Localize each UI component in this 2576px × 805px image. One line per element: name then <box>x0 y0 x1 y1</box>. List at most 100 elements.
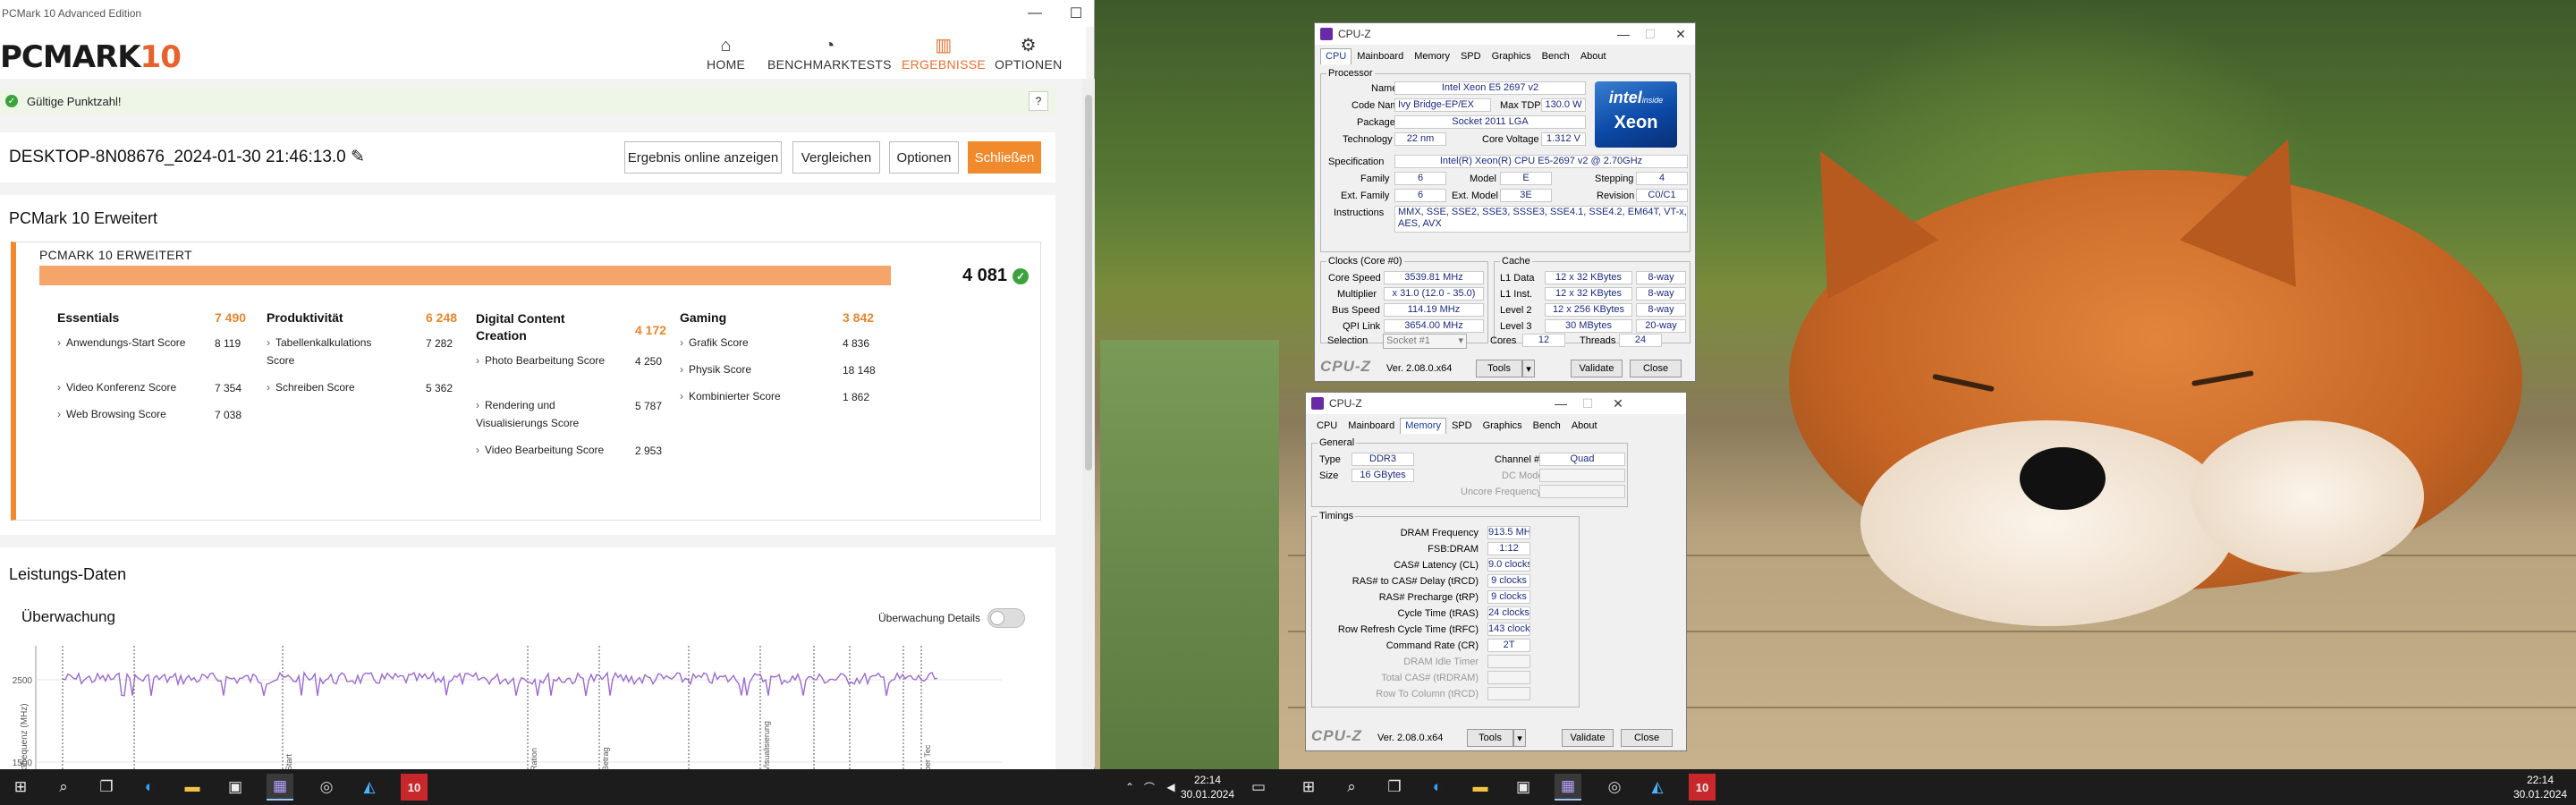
vertical-scrollbar[interactable] <box>1082 79 1095 767</box>
benchmark-app-icon[interactable]: ◎ <box>313 774 340 801</box>
chevron-right-icon: › <box>476 444 479 456</box>
tools-button[interactable]: Tools <box>1467 729 1513 747</box>
cpuz-taskbar-icon[interactable]: ▦ <box>267 774 293 801</box>
subscore-link[interactable]: › Photo Bearbeitung Score <box>476 352 610 369</box>
tab-bench[interactable]: Bench <box>1528 418 1566 434</box>
edge-icon[interactable]: ◐ <box>136 774 163 801</box>
maximize-icon: ☐ <box>1644 26 1657 41</box>
timing-value <box>1487 687 1530 700</box>
tools-dropdown-icon[interactable]: ▾ <box>1513 729 1526 747</box>
tools-dropdown-icon[interactable]: ▾ <box>1522 360 1535 377</box>
l1-data: 12 x 32 KBytes <box>1545 271 1632 284</box>
score-panel: PCMark 10 Erweitert PCMARK 10 ERWEITERT … <box>0 195 1055 535</box>
tab-bench[interactable]: Bench <box>1537 48 1575 64</box>
subscore-link[interactable]: › Anwendungs-Start Score <box>57 334 191 352</box>
pcmark-window: PCMark 10 Advanced Edition — ☐ PCMARK10 … <box>0 0 1097 771</box>
file-explorer-icon[interactable]: ▬ <box>179 774 206 801</box>
monitor-details-toggle[interactable] <box>987 608 1025 628</box>
edge-icon[interactable]: ◐ <box>1424 774 1451 801</box>
close-icon[interactable]: ✕ <box>1667 23 1694 45</box>
tab-mainboard[interactable]: Mainboard <box>1343 418 1400 434</box>
subscore-link[interactable]: › Rendering und Visualisierungs Score <box>476 396 610 432</box>
nav-ergebnisse[interactable]: ▥ ERGEBNISSE <box>902 34 986 72</box>
edit-pencil-icon[interactable]: ✎ <box>351 148 365 166</box>
close-icon[interactable]: ✕ <box>1605 393 1631 414</box>
subscore-value: 18 148 <box>843 364 876 377</box>
field-label: Uncore Frequency <box>1461 487 1542 497</box>
store-icon[interactable]: ▣ <box>1510 774 1537 801</box>
check-icon: ✓ <box>1013 267 1030 284</box>
tab-about[interactable]: About <box>1566 418 1603 434</box>
tab-about[interactable]: About <box>1575 48 1612 64</box>
total-score: 4 081 ✓ <box>962 266 1030 286</box>
validate-button[interactable]: Validate <box>1562 729 1614 747</box>
tab-memory[interactable]: Memory <box>1400 418 1446 434</box>
subscore-link[interactable]: › Grafik Score <box>680 334 814 352</box>
help-button[interactable]: ? <box>1029 91 1048 111</box>
timing-value: 9.0 clocks <box>1487 558 1530 572</box>
timing-value: 9 clocks <box>1487 590 1530 604</box>
pcmark-taskbar-icon[interactable]: 10 <box>1689 774 1716 801</box>
subscore-link[interactable]: › Schreiben Score <box>267 378 401 396</box>
tab-spd[interactable]: SPD <box>1446 418 1478 434</box>
minimize-icon[interactable]: — <box>1014 0 1055 27</box>
tab-memory[interactable]: Memory <box>1409 48 1455 64</box>
tab-spd[interactable]: SPD <box>1455 48 1487 64</box>
minimize-icon[interactable]: — <box>1610 23 1637 45</box>
timing-label: Row Refresh Cycle Time (tRFC) <box>1337 624 1479 635</box>
nav-optionen[interactable]: ⚙ OPTIONEN <box>995 34 1063 72</box>
subscore-link[interactable]: › Kombinierter Score <box>680 387 814 405</box>
tab-cpu[interactable]: CPU <box>1311 418 1343 434</box>
options-button[interactable]: Optionen <box>889 141 959 174</box>
tab-graphics[interactable]: Graphics <box>1487 48 1537 64</box>
nav-benchmarktests[interactable]: ◔ BENCHMARKTESTS <box>767 34 892 72</box>
group-digital-content: Digital Content Creation <box>476 311 565 343</box>
compare-button[interactable]: Vergleichen <box>792 141 880 174</box>
close-result-button[interactable]: Schließen <box>968 141 1041 174</box>
search-icon[interactable]: ⌕ <box>50 774 77 801</box>
cpuz-taskbar-icon[interactable]: ▦ <box>1555 774 1581 801</box>
close-button[interactable]: Close <box>1630 360 1682 377</box>
minimize-icon[interactable]: — <box>1547 393 1574 414</box>
tab-graphics[interactable]: Graphics <box>1478 418 1528 434</box>
subscore-link[interactable]: › Tabellenkalkulations Score <box>267 334 401 369</box>
memory-size: 16 GBytes <box>1352 469 1414 482</box>
pcmark-taskbar-icon[interactable]: 10 <box>401 774 428 801</box>
group-legend: Cache <box>1500 256 1532 267</box>
task-view-icon[interactable]: ❐ <box>93 774 120 801</box>
store-icon[interactable]: ▣ <box>222 774 249 801</box>
clock[interactable]: 22:14 30.01.2024 <box>2513 773 2567 801</box>
subscore-link[interactable]: › Physik Score <box>680 360 814 378</box>
notification-icon[interactable]: ▭ <box>1245 774 1272 801</box>
chevron-right-icon: › <box>267 381 270 394</box>
card-title: PCMARK 10 ERWEITERT <box>39 248 192 262</box>
multiplier: x 31.0 (12.0 - 35.0) <box>1384 287 1484 301</box>
technology: 22 nm <box>1394 132 1446 146</box>
benchmark-app-icon[interactable]: ◎ <box>1601 774 1628 801</box>
tab-mainboard[interactable]: Mainboard <box>1352 48 1409 64</box>
benchmark-icon: ◔ <box>824 36 835 55</box>
windows-start-icon[interactable]: ⊞ <box>1295 774 1322 801</box>
subscore-link[interactable]: › Web Browsing Score <box>57 405 209 423</box>
clock[interactable]: 22:14 30.01.2024 <box>1181 773 1234 801</box>
close-window-icon[interactable] <box>1055 0 1097 27</box>
nav-home[interactable]: ⌂ HOME <box>707 34 745 72</box>
subscore-link[interactable]: › Video Konferenz Score <box>57 378 209 396</box>
close-button[interactable]: Close <box>1621 729 1673 747</box>
subscore-link[interactable]: › Video Bearbeitung Score <box>476 441 610 459</box>
cpuz-cpu-window: CPU-Z — ☐ ✕ CPU Mainboard Memory SPD Gra… <box>1314 22 1696 382</box>
search-icon[interactable]: ⌕ <box>1338 774 1365 801</box>
field-label: Ext. Model <box>1452 191 1498 201</box>
app-icon[interactable]: ◭ <box>1644 774 1671 801</box>
validate-button[interactable]: Validate <box>1571 360 1623 377</box>
windows-start-icon[interactable]: ⊞ <box>7 774 34 801</box>
version: Ver. 2.08.0.x64 <box>1386 363 1453 374</box>
app-icon[interactable]: ◭ <box>356 774 383 801</box>
file-explorer-icon[interactable]: ▬ <box>1467 774 1494 801</box>
socket-select[interactable]: Socket #1 ▾ <box>1383 334 1467 349</box>
tab-cpu[interactable]: CPU <box>1320 48 1352 64</box>
tools-button[interactable]: Tools <box>1476 360 1522 377</box>
view-online-button[interactable]: Ergebnis online anzeigen <box>624 141 782 174</box>
task-view-icon[interactable]: ❐ <box>1381 774 1408 801</box>
subscore-value: 8 119 <box>215 337 242 350</box>
